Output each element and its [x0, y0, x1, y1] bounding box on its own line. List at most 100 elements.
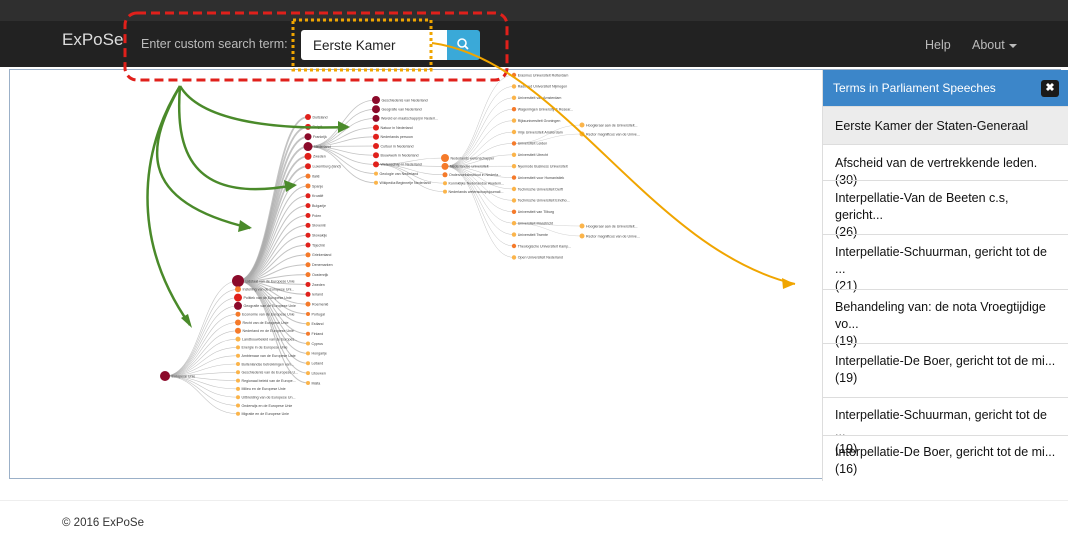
node-label[interactable]: Geografie van de Europese Unie	[244, 304, 296, 308]
node-level4[interactable]	[443, 181, 447, 186]
node-level2[interactable]	[305, 301, 311, 307]
node-label[interactable]: Energie in de Europese Unie	[242, 346, 288, 350]
node-label[interactable]: Oostenrijk	[312, 273, 328, 277]
node-label[interactable]: Vrije Universiteit Amsterdam	[518, 130, 563, 134]
node-level3[interactable]	[372, 114, 380, 122]
node-level6[interactable]	[579, 131, 585, 137]
node-label[interactable]: Universiteit Utrecht	[518, 153, 548, 157]
node-root[interactable]	[160, 371, 170, 381]
node-level4[interactable]	[441, 162, 449, 170]
node-level2[interactable]	[304, 133, 312, 141]
node-label[interactable]: Tsjechië	[312, 243, 325, 247]
node-label[interactable]: Hongarije	[312, 352, 327, 356]
node-level1[interactable]	[236, 370, 240, 375]
node-label[interactable]: Cultuur in Nederland	[381, 144, 414, 148]
node-label[interactable]: Milieu en de Europese Unie	[242, 387, 286, 391]
node-label[interactable]: Nederlandse universiteit	[450, 165, 489, 169]
node-level2[interactable]	[305, 163, 311, 170]
node-label[interactable]: Zweden	[313, 155, 326, 159]
node-label[interactable]: Geologie van Nederland	[380, 172, 419, 176]
node-label[interactable]: Universiteit Twente	[518, 233, 548, 237]
help-link[interactable]: Help	[925, 38, 951, 52]
node-label[interactable]: Rector magnificus van de Unive...	[586, 132, 640, 136]
node-level6[interactable]	[579, 233, 585, 239]
node-label[interactable]: Radboud Universiteit Nijmegen	[518, 85, 568, 89]
node-level2[interactable]	[305, 193, 311, 199]
node-label[interactable]: Koninklijke Nederlandse Akadem...	[449, 182, 505, 186]
node-label[interactable]: Spanje	[312, 184, 323, 188]
node-label[interactable]: Nederlands wetenschapper	[451, 156, 496, 160]
node-level2[interactable]	[306, 312, 310, 316]
node-label[interactable]: Letland	[312, 362, 324, 366]
node-label[interactable]: Italië	[312, 174, 320, 178]
node-label[interactable]: Onderwijs en de Europese Unie	[242, 404, 293, 408]
node-level5[interactable]	[511, 95, 517, 100]
node-level3[interactable]	[372, 105, 380, 114]
node-level2[interactable]	[305, 232, 311, 238]
node-label[interactable]: Technische Universiteit Eindho...	[518, 199, 570, 203]
node-label[interactable]: Hoogleraar aan de Universiteit...	[586, 224, 638, 228]
node-label[interactable]: Economie van de Europese Unie	[242, 313, 295, 317]
node-level5[interactable]	[511, 198, 517, 203]
node-level3[interactable]	[374, 180, 378, 185]
node-level4[interactable]	[441, 154, 449, 162]
node-label[interactable]: Technische Universiteit Delft	[518, 187, 563, 191]
node-label[interactable]: Denemarken	[312, 263, 333, 267]
node-level5[interactable]	[511, 84, 517, 89]
node-label[interactable]: Lidstaat van de Europese Unie	[246, 279, 295, 283]
node-level2[interactable]	[305, 183, 311, 189]
node-level2[interactable]	[306, 321, 310, 326]
node-label[interactable]: Erasmus Universiteit Rotterdam	[518, 73, 569, 77]
node-label[interactable]: Rijksuniversiteit Groningen	[518, 119, 561, 123]
node-level3[interactable]	[373, 161, 379, 168]
node-level1[interactable]	[235, 327, 241, 334]
node-label[interactable]: Slovenië	[312, 224, 326, 228]
node-level1[interactable]	[236, 411, 240, 416]
node-label[interactable]: Natuur in Nederland	[381, 126, 413, 130]
node-level3[interactable]	[373, 143, 379, 149]
node-level1[interactable]	[235, 336, 241, 342]
node-label[interactable]: Finland	[312, 332, 324, 336]
node-level1[interactable]	[236, 403, 240, 408]
node-level2[interactable]	[305, 281, 311, 287]
node-level2[interactable]	[305, 123, 311, 130]
node-label[interactable]: Kroatië	[312, 194, 323, 198]
node-level5[interactable]	[511, 232, 517, 237]
node-level3[interactable]	[373, 124, 379, 131]
node-level1[interactable]	[235, 311, 241, 317]
node-level2[interactable]	[305, 291, 311, 297]
node-label[interactable]: Instelling van de Europese Uni...	[243, 288, 295, 292]
node-label[interactable]: Universiteit Leiden	[518, 142, 548, 146]
node-level5[interactable]	[511, 221, 517, 226]
panel-item[interactable]: Interpellatie-Van de Beeten c.s, gericht…	[823, 180, 1068, 239]
node-label[interactable]: Ierland	[312, 293, 323, 297]
node-label[interactable]: Nederland en de Europese Unie	[243, 329, 294, 333]
node-level1[interactable]	[236, 395, 240, 400]
node-label[interactable]: Frankrijk	[313, 135, 327, 139]
node-level4[interactable]	[442, 172, 448, 178]
node-level1[interactable]	[236, 353, 240, 358]
node-label[interactable]: Slowakije	[312, 234, 327, 238]
node-level5[interactable]	[511, 175, 517, 180]
panel-item[interactable]: Afscheid van de vertrekkende leden. (30)	[823, 144, 1068, 187]
node-label[interactable]: Uitbreiding van de Europese Un...	[242, 396, 296, 400]
node-label[interactable]: Zweden	[312, 283, 325, 287]
node-level2[interactable]	[305, 213, 311, 218]
search-button[interactable]	[447, 30, 480, 60]
node-level2[interactable]	[305, 262, 311, 268]
node-label[interactable]: Nyenrode Business Universiteit	[518, 165, 568, 169]
node-label[interactable]: Bouwwerk in Nederland	[381, 154, 419, 158]
node-level5[interactable]	[511, 255, 517, 260]
node-level5[interactable]	[511, 141, 517, 146]
node-level1[interactable]	[234, 301, 242, 310]
node-label[interactable]: Litouwen	[312, 371, 326, 375]
node-level3[interactable]	[373, 133, 379, 140]
node-level2[interactable]	[305, 252, 311, 258]
node-label[interactable]: Ambtenaar van de Europese Unie	[242, 354, 296, 358]
node-level1[interactable]	[236, 378, 240, 383]
node-label[interactable]: Luxemburg (land)	[313, 165, 341, 169]
node-label[interactable]: Regionaal beleid van de Europe...	[242, 379, 296, 383]
panel-item[interactable]: Behandeling van: de nota Vroegtijdige vo…	[823, 289, 1068, 348]
node-level3[interactable]	[373, 152, 379, 159]
node-level5[interactable]	[511, 118, 517, 123]
